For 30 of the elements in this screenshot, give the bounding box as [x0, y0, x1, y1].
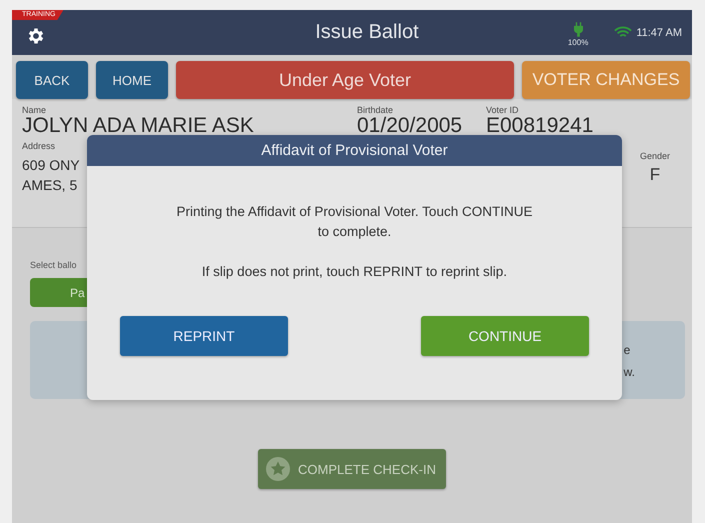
birthdate-value: 01/20/2005: [357, 115, 464, 137]
dialog-message: Printing the Affidavit of Provisional Voter. Touch CONTINUE to complete.: [176, 203, 534, 241]
toolbar-button[interactable]: VOTER CHANGES: [522, 61, 690, 99]
dialog-button[interactable]: REPRINT: [120, 316, 288, 356]
ballot-label: Select ballo: [30, 260, 77, 270]
field-label: Gender: [640, 151, 670, 161]
toolbar-button[interactable]: HOME: [96, 61, 168, 99]
notice-text: w.: [624, 365, 635, 379]
settings-icon[interactable]: [26, 26, 46, 46]
battery-level: 100%: [568, 38, 588, 47]
gender-value: F: [650, 165, 660, 185]
address-line: AMES, 5: [22, 176, 78, 195]
toolbar-button[interactable]: BACK: [16, 61, 88, 99]
plug-icon: [574, 22, 583, 37]
page-title: Issue Ballot: [314, 21, 420, 44]
address-line: 609 ONY: [22, 156, 80, 175]
notice-text: e: [624, 343, 632, 357]
dialog-title: Affidavit of Provisional Voter: [87, 135, 622, 166]
toolbar-button[interactable]: Under Age Voter: [176, 61, 514, 99]
dialog-message: If slip does not print, touch REPRINT to reprint slip.: [200, 263, 508, 281]
field-label: Address: [22, 141, 56, 151]
field-label: Voter ID: [486, 105, 520, 115]
voter-id-value: E00819241: [486, 115, 594, 137]
wifi-icon: [614, 26, 632, 39]
dialog-button[interactable]: CONTINUE: [421, 316, 589, 356]
clock-time: 11:47 AM: [636, 26, 682, 38]
voter-name: JOLYN ADA MARIE ASK: [22, 115, 255, 137]
field-label: Birthdate: [357, 105, 394, 115]
complete-check-in-button[interactable]: COMPLETE CHECK-IN: [258, 449, 446, 489]
field-label: Name: [22, 105, 48, 115]
